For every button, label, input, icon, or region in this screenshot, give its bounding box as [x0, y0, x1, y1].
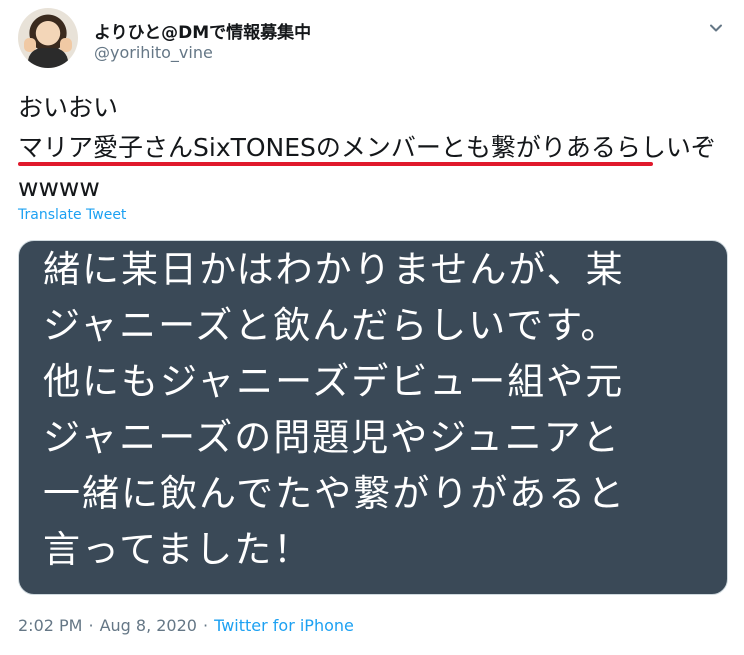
tweet-header: よりひと@DMで情報募集中 @yorihito_vine — [18, 6, 728, 74]
media-line-5: 一緒に飲んでたや繋がりがあると — [43, 472, 627, 515]
tweet-card: よりひと@DMで情報募集中 @yorihito_vine おいおい マリア愛子さ… — [0, 0, 744, 655]
media-line-1: 緒に某日かはわかりませんが、某 — [43, 248, 625, 291]
tweet-date[interactable]: Aug 8, 2020 — [100, 616, 197, 635]
author-handle[interactable]: @yorihito_vine — [94, 43, 213, 62]
tweet-meta: 2:02 PM · Aug 8, 2020 · Twitter for iPhone — [18, 616, 354, 635]
tweet-line-2-text: マリア愛子さんSixTONESのメンバーとも繋がりあるらしいぞ — [18, 133, 716, 162]
avatar[interactable] — [18, 8, 78, 68]
tweet-line-3: wwww — [18, 173, 100, 202]
chevron-down-icon — [710, 24, 722, 32]
meta-separator: · — [88, 616, 94, 635]
tweet-time[interactable]: 2:02 PM — [18, 616, 82, 635]
tweet-source-link[interactable]: Twitter for iPhone — [214, 616, 354, 635]
translate-tweet-link[interactable]: Translate Tweet — [18, 207, 126, 223]
tweet-text: おいおい マリア愛子さんSixTONESのメンバーとも繋がりあるらしいぞ www… — [18, 88, 728, 208]
meta-separator: · — [202, 616, 209, 635]
media-line-6: 言ってました！ — [43, 528, 313, 571]
media-line-4: ジャニーズの問題児やジュニアと — [43, 416, 621, 459]
avatar-shirt — [28, 48, 68, 68]
tweet-line-2: マリア愛子さんSixTONESのメンバーとも繋がりあるらしいぞ — [18, 128, 728, 168]
media-line-3: 他にもジャニーズデビュー組や元 — [43, 360, 625, 403]
tweet-line-1: おいおい — [18, 93, 119, 122]
more-options-button[interactable] — [704, 16, 728, 40]
author-display-name[interactable]: よりひと@DMで情報募集中 — [94, 18, 311, 43]
red-underline — [18, 162, 653, 166]
media-line-2: ジャニーズと飲んだらしいです。 — [43, 304, 620, 347]
tweet-media-image[interactable]: 緒に某日かはわかりませんが、某 ジャニーズと飲んだらしいです。 他にもジャニーズ… — [18, 240, 728, 595]
